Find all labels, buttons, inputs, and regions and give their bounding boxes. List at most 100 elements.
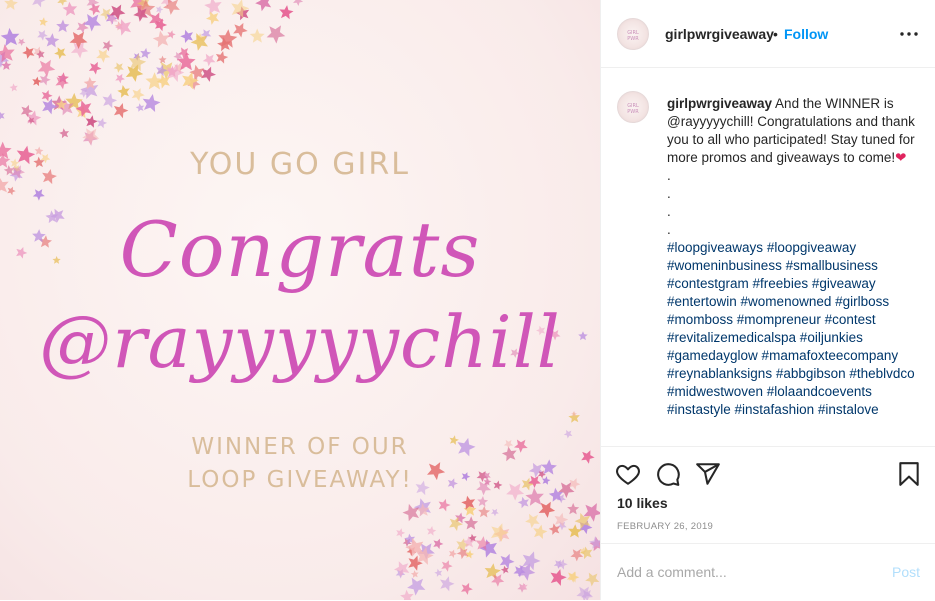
post-caption: girlpwrgiveaway And the WINNER is @rayyy… [667,95,921,419]
star-confetti [0,27,20,47]
comments-section[interactable]: GIRL PWR girlpwrgiveaway And the WINNER … [601,69,935,446]
star-confetti [548,523,560,535]
post-side-panel: GIRL PWR girlpwrgiveaway • Follow GIRL P… [600,0,935,600]
star-confetti [410,570,419,578]
star-confetti [32,76,42,87]
star-confetti [441,560,453,572]
star-confetti [249,28,265,43]
star-confetti [407,577,426,596]
caption-avatar[interactable]: GIRL PWR [617,91,649,123]
star-confetti [433,538,444,550]
avatar-logo-text: GIRL PWR [627,103,639,115]
post-comment-button[interactable]: Post [892,564,920,580]
star-confetti [293,0,304,6]
star-confetti [32,189,45,201]
star-confetti [394,561,410,577]
star-confetti [550,569,567,586]
caption-dot: . [667,222,671,237]
star-confetti [97,117,108,129]
post-date: FEBRUARY 26, 2019 [617,521,714,532]
star-confetti [152,30,170,48]
star-confetti [255,0,272,12]
star-confetti [206,11,220,25]
star-confetti [83,14,102,32]
star-confetti [396,528,406,538]
star-confetti [400,589,414,600]
post-image[interactable]: YOU GO GIRL Congrats @rayyyyychill WINNE… [0,0,600,600]
caption-dot: . [667,186,671,201]
post-header: GIRL PWR girlpwrgiveaway • Follow [601,0,935,68]
bookmark-icon[interactable] [896,461,922,487]
star-confetti [113,103,129,119]
star-confetti [589,536,600,549]
star-confetti [88,61,102,75]
add-comment-bar: Post [601,543,935,601]
star-confetti [56,19,70,33]
comment-input[interactable] [617,561,867,583]
avatar[interactable]: GIRL PWR [617,18,649,50]
star-confetti [461,582,473,595]
more-horizontal-icon[interactable] [897,22,921,46]
star-confetti [266,25,286,44]
star-confetti [215,51,229,64]
star-confetti [131,88,145,102]
image-text-you-go-girl: YOU GO GIRL [190,147,410,182]
star-confetti [32,0,46,8]
image-text-winner-handle: @rayyyyychill [39,300,561,384]
star-confetti [140,47,151,59]
caption-hashtags[interactable]: #loopgiveaways #loopgiveaway #womeninbus… [667,239,921,419]
star-confetti [0,44,15,63]
follow-button[interactable]: Follow [784,26,828,42]
star-confetti [102,93,118,109]
star-confetti [533,524,548,539]
star-confetti [0,111,5,120]
image-text-winner-of-our: WINNER OF OUR [191,434,409,460]
star-confetti [464,516,479,530]
star-confetti [491,523,509,542]
star-confetti [279,5,294,20]
comment-icon[interactable] [655,461,681,487]
star-confetti [448,549,457,558]
likes-count[interactable]: 10 likes [617,495,668,511]
header-separator: • [773,26,778,42]
star-confetti [580,546,593,560]
share-icon[interactable] [695,461,721,487]
star-confetti [434,568,443,577]
header-username-link[interactable]: girlpwrgiveaway [665,26,774,42]
star-confetti [4,0,18,10]
heart-icon[interactable] [615,461,641,487]
image-text-congrats: Congrats [119,205,481,294]
star-confetti [525,513,540,529]
star-confetti [82,128,100,145]
star-confetti [145,72,164,90]
caption-dot: . [667,168,671,183]
star-confetti [567,502,580,515]
star-confetti [115,73,125,84]
caption-dot: . [667,204,671,219]
post-actions: 10 likes FEBRUARY 26, 2019 Post [601,446,935,600]
star-confetti [54,47,67,60]
star-confetti [69,31,88,49]
star-confetti [167,30,176,39]
star-confetti [233,22,248,38]
star-confetti [158,55,167,64]
star-confetti [115,19,132,36]
star-confetti [85,115,98,128]
star-confetti [113,62,124,73]
instagram-post-view: YOU GO GIRL Congrats @rayyyyychill WINNE… [0,0,935,600]
star-confetti [7,186,16,196]
star-confetti [142,94,161,112]
star-confetti [180,29,193,43]
star-confetti [9,83,18,92]
star-confetti [517,496,529,509]
star-confetti [135,103,145,112]
heart-emoji: ❤ [895,150,907,165]
star-confetti [426,526,437,536]
star-confetti [57,0,68,6]
star-confetti [39,17,48,27]
star-confetti [440,576,455,592]
star-confetti [568,524,582,538]
caption-username-link[interactable]: girlpwrgiveaway [667,96,772,111]
star-confetti [567,571,579,583]
star-confetti [39,74,51,86]
